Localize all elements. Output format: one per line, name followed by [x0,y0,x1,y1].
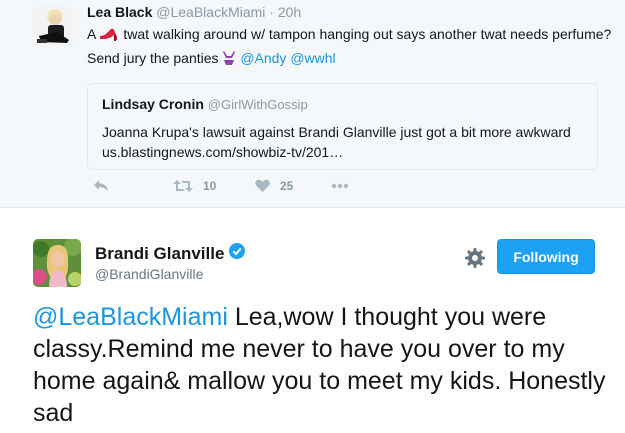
tweet-text: @LeaBlackMiami Lea,wow I thought you wer… [33,301,613,429]
reply-tweet: Lea Black @LeaBlackMiami · 20h A twat wa… [0,0,625,208]
reply-icon [94,180,108,191]
like-button[interactable]: 25 [255,176,293,196]
retweet-count: 10 [203,179,217,193]
mention-link[interactable]: @wwhl [290,50,335,66]
mention-link[interactable]: @Andy [240,50,286,66]
heart-icon [255,179,270,192]
tweet-text-main: twat walking around w/ tampon hanging ou… [87,26,612,66]
following-button[interactable]: Following [497,239,595,274]
mention-link[interactable]: @LeaBlackMiami [33,303,228,331]
quoted-header: Lindsay Cronin @GirlWithGossip [102,96,308,112]
more-button[interactable] [331,176,349,196]
bikini-icon [222,50,236,72]
tweet-text: A twat walking around w/ tampon hanging … [87,24,612,72]
separator: · [269,4,274,20]
verified-badge-icon [229,243,246,264]
more-icon [331,183,349,189]
retweet-button[interactable]: 10 [173,176,216,196]
tweet-header: Lea Black @LeaBlackMiami · 20h [87,4,301,20]
reply-button[interactable] [93,176,109,196]
avatar[interactable] [33,239,81,287]
tweet-text-prefix: A [87,26,96,42]
user-handle[interactable]: @BrandiGlanville [95,266,203,282]
quoted-text: Joanna Krupa's lawsuit against Brandi Gl… [102,124,571,160]
user-name[interactable]: Lea Black [87,4,152,20]
user-name[interactable]: Brandi Glanville [95,243,246,264]
quoted-tweet[interactable]: Lindsay Cronin @GirlWithGossip Joanna Kr… [87,83,598,170]
quoted-user-name: Lindsay Cronin [102,96,204,112]
high-heel-icon [99,27,119,48]
retweet-icon [173,180,193,192]
user-handle[interactable]: @LeaBlackMiami [156,4,265,20]
like-count: 25 [280,179,294,193]
user-name-text: Brandi Glanville [95,243,225,263]
avatar[interactable] [33,6,73,46]
timestamp[interactable]: 20h [278,4,301,20]
tweet-actions: 10 25 [87,176,387,196]
quoted-user-handle: @GirlWithGossip [207,97,308,112]
gear-icon[interactable] [464,247,486,269]
